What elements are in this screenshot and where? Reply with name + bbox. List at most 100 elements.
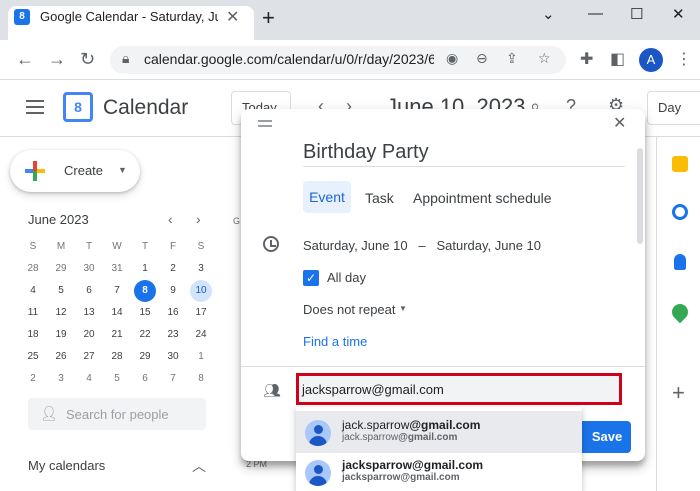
mini-calendar-day[interactable]: 29 (47, 258, 75, 280)
minimize-icon[interactable]: — (588, 5, 603, 22)
mini-calendar-day[interactable]: 22 (131, 324, 159, 346)
calendar-logo-icon: 8 (63, 92, 93, 122)
maximize-icon[interactable]: ☐ (630, 5, 643, 23)
mini-calendar-day[interactable]: 4 (19, 280, 47, 302)
guests-icon: 👥︎ (263, 382, 281, 398)
mini-calendar-day[interactable]: 24 (187, 324, 215, 346)
add-guests-value[interactable]: jacksparrow@gmail.com (302, 382, 444, 397)
mini-calendar-day[interactable]: 30 (159, 346, 187, 368)
mini-calendar-day[interactable]: 18 (19, 324, 47, 346)
share-icon[interactable]: ⇪ (506, 50, 518, 67)
tab-close-icon[interactable]: ✕ (226, 7, 239, 27)
view-icon[interactable]: ◉ (446, 50, 458, 67)
url-text[interactable]: calendar.google.com/calendar/u/0/r/day/2… (144, 51, 434, 67)
mini-calendar-day[interactable]: 5 (103, 368, 131, 390)
mini-calendar-day[interactable]: 9 (159, 280, 187, 302)
repeat-caret-down-icon[interactable]: ▼ (399, 304, 407, 313)
mini-calendar-day[interactable]: 10 (190, 280, 212, 302)
create-button-label: Create (64, 163, 104, 178)
mini-next-chevron-icon[interactable]: › (196, 211, 201, 227)
clock-icon (263, 236, 279, 252)
timezone-label: G (233, 216, 241, 226)
event-date-range[interactable]: Saturday, June 10 – Saturday, June 10 (303, 238, 541, 253)
mini-calendar-day[interactable]: 2 (159, 258, 187, 280)
mini-calendar-day[interactable]: 14 (103, 302, 131, 324)
app-name: Calendar (103, 96, 189, 119)
profile-avatar[interactable]: A (639, 48, 663, 72)
tab-task[interactable]: Task (365, 190, 394, 206)
drag-handle-icon[interactable] (258, 120, 272, 130)
mini-calendar-day[interactable]: 4 (75, 368, 103, 390)
mini-calendar-day[interactable]: 11 (19, 302, 47, 324)
all-day-label[interactable]: All day (327, 270, 366, 285)
people-icon: 👤︎ (40, 405, 58, 421)
find-a-time-link[interactable]: Find a time (303, 334, 367, 349)
mini-calendar-day[interactable]: 5 (47, 280, 75, 302)
get-addons-plus-icon[interactable]: + (672, 380, 685, 406)
mini-calendar-day[interactable]: 17 (187, 302, 215, 324)
mini-calendar-day[interactable]: 6 (75, 280, 103, 302)
mini-calendar-day[interactable]: 12 (47, 302, 75, 324)
weekday-label: F (169, 241, 177, 252)
mini-calendar-day[interactable]: 30 (75, 258, 103, 280)
mini-calendar-grid: S M T W T F S 28 29 30 31 1 2 3 4 5 6 7 8 9 10 11 12 13 14 15 16 17… (19, 236, 215, 390)
side-panel-icon[interactable]: ◧ (610, 49, 625, 69)
my-calendars-heading[interactable]: My calendars (28, 458, 105, 473)
new-tab-button[interactable]: + (262, 7, 275, 29)
bookmark-star-icon[interactable]: ☆ (538, 50, 551, 67)
mini-calendar-day[interactable]: 2 (19, 368, 47, 390)
mini-calendar-day[interactable]: 15 (131, 302, 159, 324)
mini-calendar-day[interactable]: 19 (47, 324, 75, 346)
lock-icon[interactable]: 🔒︎ (122, 50, 129, 67)
repeat-dropdown[interactable]: Does not repeat (303, 302, 396, 317)
chevron-up-icon[interactable]: ︿ (192, 456, 206, 476)
dialog-scrollbar[interactable] (637, 148, 643, 244)
mini-calendar-day[interactable]: 3 (47, 368, 75, 390)
mini-calendar-day[interactable]: 16 (159, 302, 187, 324)
weekday-label: S (29, 241, 37, 252)
mini-calendar-day[interactable]: 1 (131, 258, 159, 280)
chevron-down-icon[interactable]: ⌄ (542, 5, 555, 23)
mini-calendar-day[interactable]: 27 (75, 346, 103, 368)
weekday-label: M (56, 241, 66, 252)
mini-calendar-day[interactable]: 8 (134, 280, 156, 302)
create-plus-icon-vertical (33, 161, 37, 181)
mini-calendar-day[interactable]: 29 (131, 346, 159, 368)
mini-calendar-day[interactable]: 7 (159, 368, 187, 390)
mini-prev-chevron-icon[interactable]: ‹ (168, 211, 173, 227)
mini-calendar-day[interactable]: 26 (47, 346, 75, 368)
keep-icon[interactable] (672, 156, 688, 172)
mini-calendar-day[interactable]: 13 (75, 302, 103, 324)
mini-calendar-day[interactable]: 1 (187, 346, 215, 368)
tab-appointment-schedule[interactable]: Appointment schedule (413, 190, 552, 206)
suggestion-name: jacksparrow@gmail.com (342, 458, 484, 472)
forward-arrow-icon[interactable]: → (48, 49, 66, 70)
mini-calendar-day[interactable]: 6 (131, 368, 159, 390)
dialog-divider (241, 366, 645, 367)
tab-event[interactable]: Event (303, 181, 351, 213)
mini-calendar-day[interactable]: 28 (103, 346, 131, 368)
mini-calendar-day[interactable]: 21 (103, 324, 131, 346)
all-day-checkbox[interactable]: ✓ (303, 270, 319, 286)
extensions-puzzle-icon[interactable]: ✚ (580, 49, 593, 69)
zoom-icon[interactable]: ⊖ (476, 50, 488, 67)
mini-calendar-day[interactable]: 3 (187, 258, 215, 280)
main-menu-icon[interactable] (26, 100, 44, 118)
back-arrow-icon[interactable]: ← (16, 49, 34, 70)
mini-calendar-day[interactable]: 7 (103, 280, 131, 302)
mini-calendar-day[interactable]: 31 (103, 258, 131, 280)
event-title-input[interactable]: Birthday Party (303, 141, 625, 167)
dialog-close-icon[interactable]: ✕ (613, 113, 626, 133)
mini-calendar-day[interactable]: 20 (75, 324, 103, 346)
mini-calendar-day[interactable]: 25 (19, 346, 47, 368)
view-selector-button[interactable]: Day (647, 91, 700, 125)
contacts-icon[interactable] (674, 254, 686, 270)
window-close-icon[interactable]: ✕ (672, 5, 685, 23)
caret-down-icon[interactable]: ▼ (118, 165, 127, 175)
reload-icon[interactable]: ↻ (80, 49, 95, 70)
more-menu-icon[interactable]: ⋮ (676, 49, 692, 69)
tasks-icon[interactable] (672, 204, 688, 220)
mini-calendar-day[interactable]: 28 (19, 258, 47, 280)
mini-calendar-day[interactable]: 23 (159, 324, 187, 346)
mini-calendar-day[interactable]: 8 (187, 368, 215, 390)
